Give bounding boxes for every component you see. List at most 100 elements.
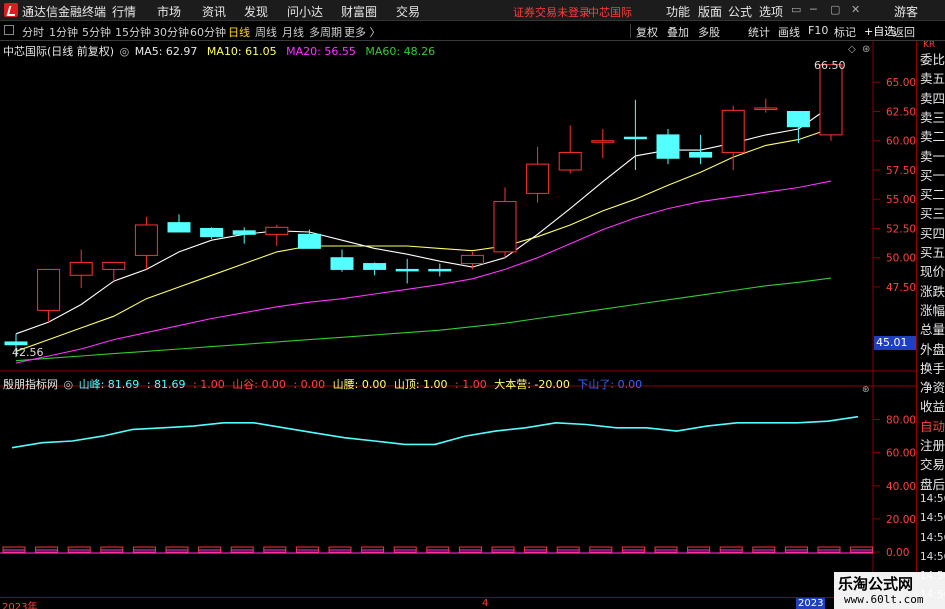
guest-login[interactable]: 游客	[894, 3, 918, 20]
watermark-url: www.60lt.com	[844, 593, 924, 606]
close-icon[interactable]: ✕	[851, 3, 860, 16]
baseline-marker	[589, 546, 613, 553]
candle-body-up	[819, 64, 843, 136]
valley-value: 山谷: 0.00	[232, 378, 286, 391]
indicator-layer	[0, 415, 874, 554]
stock-label: 中芯国际(日线 前复权)	[3, 45, 115, 58]
layout-checkbox[interactable]	[4, 25, 14, 35]
baseline-marker	[491, 546, 515, 553]
period-30min[interactable]: 30分钟	[153, 24, 189, 40]
statistics-button[interactable]: 统计	[748, 24, 770, 40]
baseline-marker	[230, 546, 254, 553]
toolbar-divider	[630, 24, 631, 38]
indicator-collapse-icon[interactable]: ◎	[64, 378, 74, 391]
period-1min[interactable]: 1分钟	[49, 24, 78, 40]
menu-news[interactable]: 资讯	[202, 3, 226, 20]
candle-body-down	[200, 227, 224, 238]
baseline-marker	[817, 546, 841, 553]
main-y-tick-label: 60.00	[886, 136, 916, 148]
quote-side-panel: KR 委比 卖五 卖四 卖三 卖二 卖一 买一 买二 买三 买四 买五 现价 涨跌 涨幅 总量 外盘 换手 净资收…	[916, 41, 945, 609]
multi-stock-button[interactable]: 多股	[698, 24, 720, 40]
quote-field-20[interactable]: 注册	[920, 435, 945, 454]
menu-discover[interactable]: 发现	[244, 3, 268, 20]
quote-field-1: 卖五	[920, 71, 945, 87]
menu-trade[interactable]: 交易	[396, 3, 420, 20]
baseline-marker	[687, 546, 711, 553]
baseline-marker	[719, 546, 743, 553]
menu-formula[interactable]: 公式	[728, 3, 752, 20]
menu-market[interactable]: 市场	[157, 3, 181, 20]
candle-body-down	[786, 110, 810, 128]
baseline-marker	[556, 546, 580, 553]
indicator-settings-icon[interactable]: ⊛	[862, 385, 870, 395]
baseline-marker	[295, 546, 319, 553]
menu-bar: 通达信金融终端 行情 市场 资讯 发现 问小达 财富圈 交易 证券交易未登录 中…	[0, 0, 945, 21]
candle-body-up	[265, 226, 289, 235]
period-weekly[interactable]: 周线	[255, 24, 277, 40]
value-3: : 1.00	[193, 378, 225, 391]
candle-body-up	[460, 254, 484, 265]
period-5min[interactable]: 5分钟	[82, 24, 111, 40]
candle-body-down	[623, 136, 647, 140]
menu-layout[interactable]: 版面	[698, 3, 722, 20]
period-monthly[interactable]: 月线	[282, 24, 304, 40]
overlay-button[interactable]: 叠加	[667, 24, 689, 40]
quote-field-14: 总量	[920, 322, 945, 338]
quote-field-11: 现价	[920, 264, 945, 280]
quote-field-21[interactable]: 交易	[920, 454, 945, 473]
maximize-icon[interactable]: ▢	[830, 3, 840, 16]
diamond-icon[interactable]: ◇	[848, 44, 856, 55]
waist-value: 山腰: 0.00	[332, 378, 387, 391]
legend-collapse-icon[interactable]: ◎	[120, 45, 130, 58]
restore-window-icon[interactable]: ▭	[791, 3, 801, 16]
value-2: : 81.69	[146, 378, 186, 391]
menu-options[interactable]: 选项	[759, 3, 783, 20]
date-axis: 2023年 4 2023	[0, 597, 916, 609]
quote-field-9: 买四	[920, 225, 945, 241]
period-multi[interactable]: 多周期	[309, 24, 342, 40]
quote-field-17: 净资	[920, 380, 945, 396]
ma20-label: MA20: 56.55	[286, 45, 356, 58]
candle-body-down	[297, 233, 321, 249]
main-y-tick-label: 62.50	[886, 106, 916, 118]
period-60min[interactable]: 60分钟	[190, 24, 226, 40]
main-y-tick-label: 57.50	[886, 165, 916, 177]
minimize-icon[interactable]: ─	[810, 3, 817, 16]
main-grid	[873, 81, 880, 288]
mark-button[interactable]: 标记	[834, 24, 856, 40]
login-status[interactable]: 证券交易未登录	[513, 4, 590, 20]
menu-wealth-circle[interactable]: 财富圈	[341, 3, 377, 20]
candle-body-down	[4, 341, 28, 346]
quote-field-26: 14:56	[920, 550, 945, 563]
indicator-legend: 殷朋指标网 ◎ 山峰: 81.69 : 81.69 : 1.00 山谷: 0.0…	[3, 376, 642, 392]
indicator-y-ticks: 80.00 60.00 40.00 20.00 0.00	[886, 415, 916, 560]
candle-body-down	[656, 134, 680, 159]
kline-chart[interactable]: 65.00 62.50 60.00 57.50 55.00 52.50 50.00 47.50…	[0, 41, 916, 597]
f10-button[interactable]: F10	[808, 24, 828, 37]
stock-name-link[interactable]: 中芯国际	[588, 4, 632, 20]
draw-line-button[interactable]: 画线	[778, 24, 800, 40]
menu-function[interactable]: 功能	[666, 3, 690, 20]
period-more[interactable]: 更多 〉	[344, 24, 381, 40]
back-button[interactable]: 返回	[893, 24, 915, 40]
baseline-marker	[328, 546, 352, 553]
baseline-marker	[426, 546, 450, 553]
candle-body-down	[428, 268, 452, 272]
candle-body-up	[591, 140, 615, 143]
quote-field-19[interactable]: 自动	[920, 416, 945, 435]
ma5-line	[15, 105, 832, 335]
adjust-button[interactable]: 复权	[636, 24, 658, 40]
menu-ask[interactable]: 问小达	[287, 3, 323, 20]
quote-field-7: 买二	[920, 187, 945, 203]
menu-market-quotes[interactable]: 行情	[112, 3, 136, 20]
period-daily[interactable]: 日线	[228, 24, 250, 40]
settings-icon[interactable]: ⊛	[862, 44, 870, 55]
add-watchlist-button[interactable]: +自选	[864, 23, 895, 39]
quote-field-2: 卖四	[920, 90, 945, 106]
camp-value: 大本营: -20.00	[494, 378, 570, 391]
date-label-current: 2023	[796, 598, 826, 609]
period-15min[interactable]: 15分钟	[115, 24, 151, 40]
period-intraday[interactable]: 分时	[22, 24, 44, 40]
quote-field-0: 委比	[920, 52, 945, 67]
quote-field-22[interactable]: 盘后	[920, 474, 945, 493]
